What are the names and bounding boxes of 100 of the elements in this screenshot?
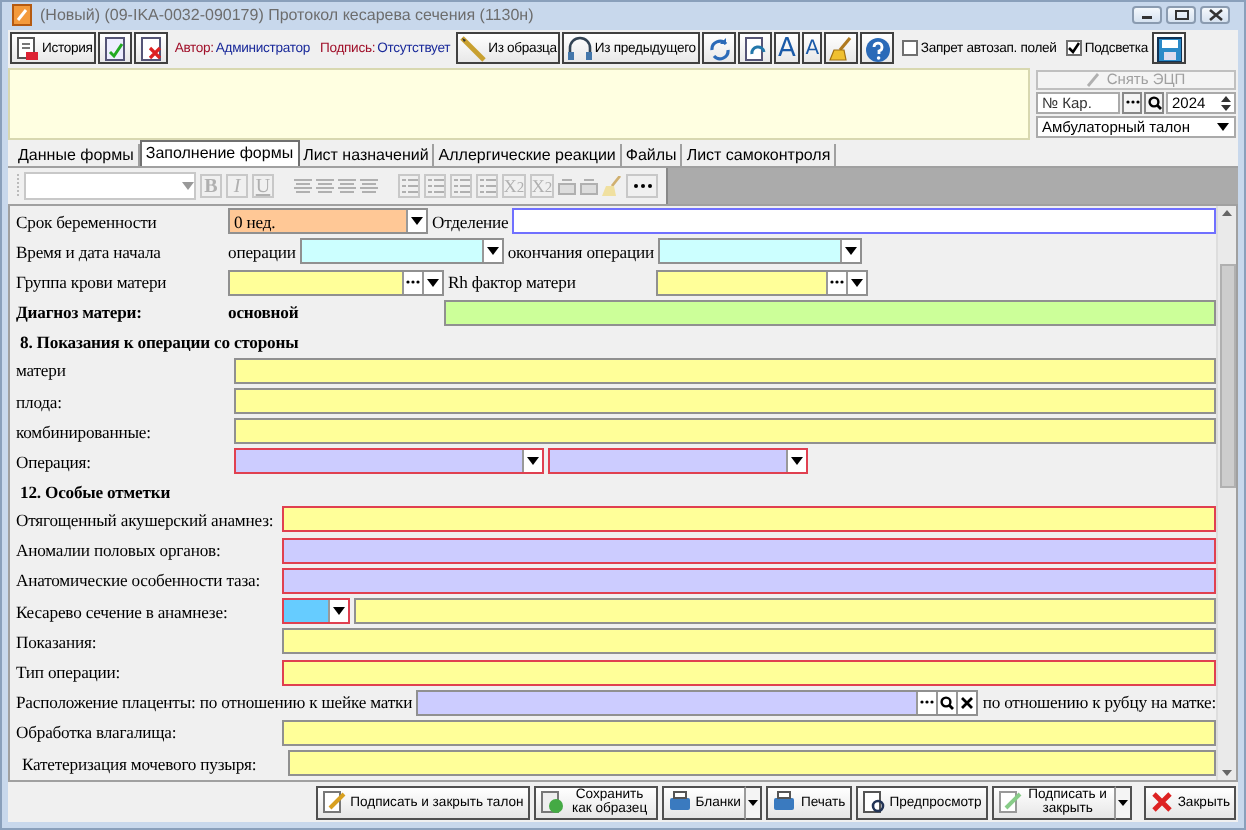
input-field[interactable]	[444, 299, 1216, 326]
field-label: по отношению к рубцу на матке:	[982, 692, 1216, 713]
caret-icon	[526, 456, 540, 467]
field-label: операции	[228, 241, 296, 262]
input-field[interactable]	[282, 567, 1216, 594]
numbered-list-icon	[427, 178, 443, 195]
field-label: матери	[16, 360, 68, 381]
window-title: (Новый) (09-IKA-0032-090179) Протокол кесарева сечения (1130н)	[40, 6, 536, 25]
maximize-icon	[1171, 8, 1191, 23]
increase-font-button[interactable]: A	[773, 32, 800, 65]
dropdown-field[interactable]	[234, 448, 544, 475]
bulleted-list-icon	[401, 178, 417, 195]
input-field[interactable]	[282, 506, 1216, 533]
decrease-font-button[interactable]: A	[801, 32, 823, 65]
checkbox[interactable]	[902, 40, 919, 57]
refresh-icon	[705, 35, 732, 62]
headset-icon	[566, 35, 593, 62]
toolbar-button[interactable]	[860, 32, 895, 65]
field-label: основной	[228, 302, 301, 323]
picker-field[interactable]	[228, 269, 444, 296]
input-field[interactable]	[282, 659, 1216, 685]
tab[interactable]: Заполнение формы	[139, 140, 300, 167]
section-heading: 8. Показания к операции со стороны	[20, 331, 301, 356]
toolbar-button[interactable]	[134, 32, 169, 65]
printer-icon	[667, 790, 692, 815]
pen-document-icon	[322, 790, 347, 815]
input-field[interactable]	[234, 357, 1216, 384]
toolbar-button[interactable]	[98, 32, 133, 65]
tab[interactable]: Лист самоконтроля	[682, 144, 837, 167]
tab[interactable]: Файлы	[621, 144, 683, 167]
field-label: Диагноз матери:	[16, 302, 144, 323]
printer-icon	[772, 790, 797, 815]
align-left-icon	[294, 178, 312, 195]
dropdown-field[interactable]	[658, 238, 863, 265]
caret-icon	[844, 246, 859, 257]
picker-field[interactable]	[656, 269, 868, 296]
section-heading: 12. Особые отметки	[20, 481, 173, 505]
close-button[interactable]	[1200, 6, 1230, 25]
field-label: Катетеризация мочевого пузыря:	[22, 753, 259, 774]
input-field[interactable]	[234, 388, 1216, 415]
tab[interactable]: Аллергические реакции	[434, 144, 622, 167]
lookup-field[interactable]	[416, 689, 979, 716]
search-button[interactable]	[1144, 91, 1164, 114]
checkbox[interactable]	[1066, 40, 1083, 57]
field-label: Отягощенный акушерский анамнез:	[16, 509, 276, 530]
scroll-up-icon	[1222, 210, 1232, 217]
align-right-icon	[338, 178, 356, 195]
toolbar-button[interactable]	[701, 32, 736, 65]
more-icon	[830, 280, 844, 285]
field-label: Rh фактор матери	[448, 272, 578, 293]
broom-icon	[602, 176, 622, 197]
caret-icon	[332, 606, 346, 617]
field-label: Тип операции:	[16, 662, 123, 682]
field-label: Отделение	[432, 211, 509, 232]
insert-row-icon	[558, 177, 576, 196]
toolbar-button[interactable]	[737, 32, 772, 65]
scrollbar[interactable]	[1216, 206, 1236, 781]
caret-icon	[485, 246, 500, 257]
caret-icon	[410, 216, 424, 227]
justify-icon	[360, 178, 378, 195]
input-field[interactable]	[512, 208, 1216, 235]
minimize-button[interactable]	[1132, 6, 1162, 25]
browse-button[interactable]	[1122, 91, 1142, 114]
toolbar-button[interactable]	[1151, 32, 1186, 65]
caret-icon	[182, 182, 194, 191]
dropdown-button[interactable]	[746, 785, 763, 820]
help-icon	[864, 35, 891, 62]
field-label: окончания операции	[507, 241, 655, 262]
preview-icon	[861, 790, 886, 815]
input-field[interactable]	[234, 418, 1216, 445]
input-field[interactable]	[282, 628, 1216, 655]
toolbar-button[interactable]	[824, 32, 859, 65]
input-field[interactable]	[282, 719, 1216, 746]
pencil-icon	[460, 35, 487, 62]
caret-icon	[426, 277, 440, 288]
history-icon	[14, 35, 40, 62]
dropdown-field[interactable]	[282, 598, 350, 625]
input-field[interactable]	[288, 750, 1216, 777]
caret-icon	[850, 277, 864, 288]
caret-icon	[790, 456, 804, 467]
dropdown-field[interactable]: 0 нед.	[228, 208, 428, 235]
dropdown-field[interactable]	[299, 238, 504, 265]
scrollbar-thumb[interactable]	[1219, 264, 1235, 489]
clear-icon	[960, 695, 975, 710]
more-icon	[633, 184, 651, 189]
tab[interactable]: Лист назначений	[299, 144, 435, 167]
close-icon	[1205, 8, 1225, 23]
more-icon	[920, 700, 935, 705]
check-icon	[1068, 42, 1081, 55]
field-label: Обработка влагалища:	[16, 722, 179, 743]
maximize-button[interactable]	[1166, 6, 1196, 25]
caret-icon	[1117, 799, 1128, 806]
input-field[interactable]	[354, 598, 1216, 625]
close-icon	[1149, 790, 1174, 815]
outdent-icon	[479, 178, 495, 195]
dropdown-field[interactable]	[548, 448, 808, 475]
input-field[interactable]	[282, 537, 1216, 564]
signature-icon	[1086, 71, 1101, 88]
more-icon	[406, 280, 420, 285]
more-icon	[1125, 100, 1139, 105]
